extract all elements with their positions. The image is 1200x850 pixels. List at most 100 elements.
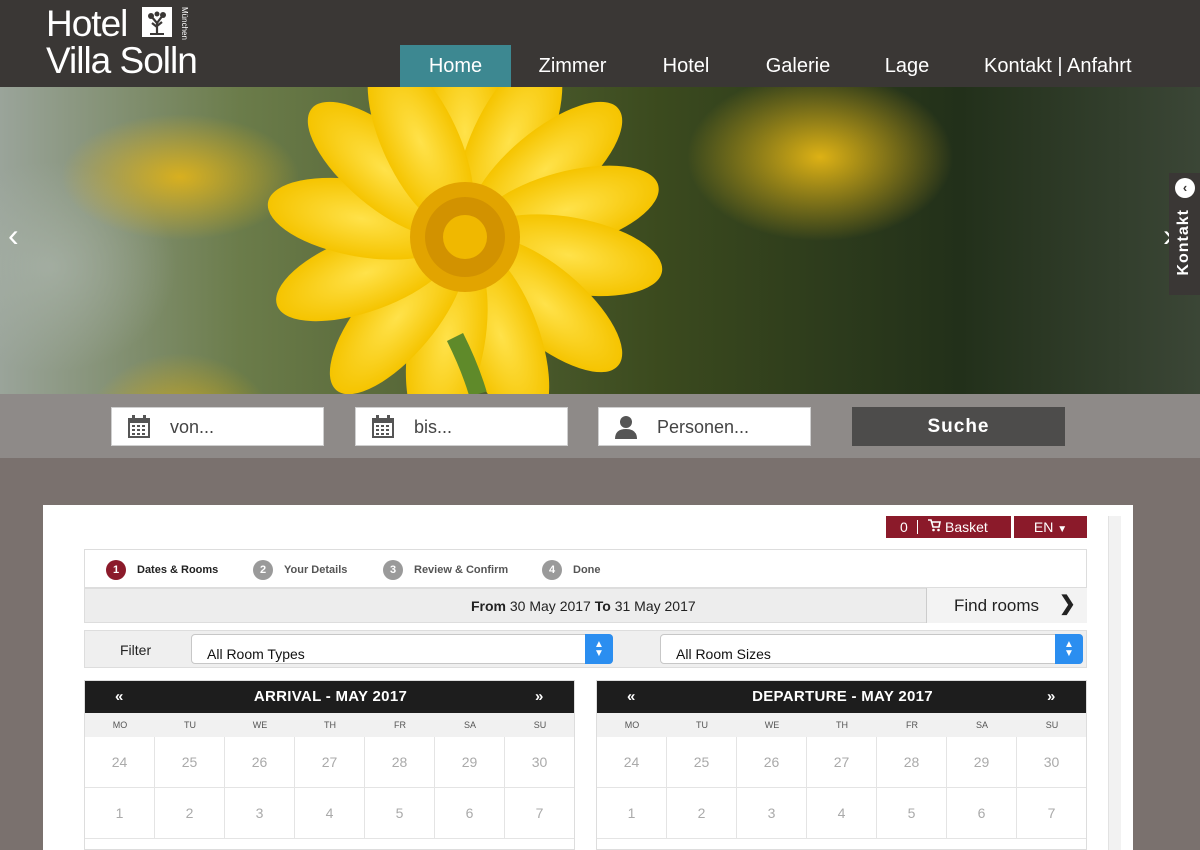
basket-divider xyxy=(917,520,918,534)
calendar-day[interactable]: 5 xyxy=(877,788,947,839)
weekday-label: FR xyxy=(394,720,406,730)
weekday-label: SA xyxy=(975,720,988,730)
calendar-day[interactable]: 4 xyxy=(807,788,877,839)
calendar-icon xyxy=(372,415,394,438)
calendar-day[interactable]: 1 xyxy=(597,788,667,839)
find-rooms-button[interactable]: Find rooms ❯ xyxy=(926,588,1087,623)
calendar-header: ARRIVAL - MAY 2017 « » xyxy=(85,681,574,713)
departure-date-field[interactable]: bis... xyxy=(355,407,568,446)
hero-slider: ‹ › xyxy=(0,87,1200,394)
departure-calendar: DEPARTURE - MAY 2017 « » MO TU WE TH FR … xyxy=(596,680,1087,850)
logo-line-1: Hotel xyxy=(46,3,128,44)
nav-zimmer[interactable]: Zimmer xyxy=(525,45,620,87)
nav-hotel[interactable]: Hotel xyxy=(648,45,724,87)
basket-button[interactable]: 0 Basket xyxy=(886,516,1011,538)
next-month-button[interactable]: » xyxy=(1047,681,1055,713)
basket-label: Basket xyxy=(945,519,988,535)
room-type-select[interactable]: All Room Types ▲ ▼ xyxy=(191,634,613,664)
nav-lage[interactable]: Lage xyxy=(874,45,940,87)
calendar-day[interactable]: 27 xyxy=(807,737,877,788)
weekday-label: SA xyxy=(463,720,476,730)
calendar-day[interactable]: 28 xyxy=(365,737,435,788)
calendar-day[interactable]: 6 xyxy=(435,788,505,839)
step-label: Done xyxy=(573,564,601,576)
calendar-day[interactable]: 2 xyxy=(667,788,737,839)
calendar-day[interactable]: 26 xyxy=(737,737,807,788)
prev-month-button[interactable]: « xyxy=(627,681,635,713)
step-number: 2 xyxy=(253,560,273,580)
booking-steps: 1 Dates & Rooms 2 Your Details 3 Review … xyxy=(84,549,1087,588)
nav-galerie[interactable]: Galerie xyxy=(755,45,841,87)
arrival-date-field[interactable]: von... xyxy=(111,407,324,446)
calendar-day[interactable]: 6 xyxy=(947,788,1017,839)
find-rooms-label: Find rooms xyxy=(954,596,1040,615)
calendar-day[interactable]: 4 xyxy=(295,788,365,839)
calendar-day[interactable]: 25 xyxy=(667,737,737,788)
calendar-day[interactable]: 29 xyxy=(947,737,1017,788)
chevron-down-icon: ▼ xyxy=(1057,524,1068,535)
weekday-label: WE xyxy=(764,720,780,730)
tree-logo-icon xyxy=(142,7,172,37)
select-arrows-icon: ▲ ▼ xyxy=(585,634,613,664)
calendar-day[interactable]: 30 xyxy=(1017,737,1086,788)
arrival-calendar: ARRIVAL - MAY 2017 « » MO TU WE TH FR SA… xyxy=(84,680,575,850)
calendar-title: DEPARTURE - MAY 2017 xyxy=(752,688,933,705)
weekday-label: SU xyxy=(533,720,547,730)
logo-line-2: Villa Solln xyxy=(46,40,198,81)
persons-field[interactable]: Personen... xyxy=(598,407,811,446)
weekday-row: MO TU WE TH FR SA SU xyxy=(85,713,574,737)
weekday-label: TH xyxy=(836,720,848,730)
calendar-day[interactable]: 30 xyxy=(505,737,574,788)
calendar-day[interactable]: 7 xyxy=(1017,788,1086,839)
persons-placeholder: Personen... xyxy=(657,417,750,437)
calendar-day[interactable]: 28 xyxy=(877,737,947,788)
to-label: To xyxy=(594,598,611,614)
calendar-day[interactable]: 7 xyxy=(505,788,574,839)
weekday-label: TH xyxy=(324,720,336,730)
slider-prev-arrow[interactable]: ‹ xyxy=(8,217,19,254)
calendar-day[interactable]: 1 xyxy=(85,788,155,839)
search-bar: von... bis... Personen... Suche xyxy=(0,394,1200,458)
step-label: Review & Confirm xyxy=(414,564,509,576)
chevron-right-icon: ❯ xyxy=(1059,593,1076,615)
to-date: 31 May 2017 xyxy=(614,598,696,614)
calendar-day[interactable]: 24 xyxy=(85,737,155,788)
calendar-day[interactable]: 25 xyxy=(155,737,225,788)
room-size-value: All Room Sizes xyxy=(676,646,771,662)
step-label: Dates & Rooms xyxy=(137,564,219,576)
person-icon xyxy=(615,416,637,439)
calendar-day[interactable]: 24 xyxy=(597,737,667,788)
search-button[interactable]: Suche xyxy=(852,407,1065,446)
side-tab-label: Kontakt xyxy=(1175,209,1192,276)
step-number: 1 xyxy=(106,560,126,580)
next-month-button[interactable]: » xyxy=(535,681,543,713)
language-value: EN xyxy=(1033,519,1054,535)
weekday-label: SU xyxy=(1045,720,1059,730)
weekday-label: MO xyxy=(112,720,128,730)
panel-scrollbar[interactable] xyxy=(1108,516,1121,850)
room-size-select[interactable]: All Room Sizes ▲ ▼ xyxy=(660,634,1083,664)
weekday-label: FR xyxy=(906,720,918,730)
calendar-day[interactable]: 27 xyxy=(295,737,365,788)
prev-month-button[interactable]: « xyxy=(115,681,123,713)
step-label: Your Details xyxy=(284,564,348,576)
room-type-value: All Room Types xyxy=(207,646,305,662)
calendar-day[interactable]: 26 xyxy=(225,737,295,788)
calendar-day[interactable]: 3 xyxy=(737,788,807,839)
calendar-day[interactable]: 5 xyxy=(365,788,435,839)
date-range-text: From 30 May 2017 To 31 May 2017 xyxy=(471,589,696,624)
cart-icon xyxy=(928,518,941,535)
language-selector[interactable]: EN ▼ xyxy=(1014,516,1087,538)
logo-city: München xyxy=(180,7,189,40)
step-number: 4 xyxy=(542,560,562,580)
kontakt-side-tab[interactable]: ‹ Kontakt xyxy=(1169,173,1200,295)
weekday-label: WE xyxy=(252,720,268,730)
from-date: 30 May 2017 xyxy=(509,598,591,614)
nav-home[interactable]: Home xyxy=(400,45,511,87)
from-label: From xyxy=(471,598,506,614)
flower-image xyxy=(267,87,663,394)
nav-kontakt-anfahrt[interactable]: Kontakt | Anfahrt xyxy=(984,45,1132,87)
calendar-day[interactable]: 3 xyxy=(225,788,295,839)
calendar-day[interactable]: 29 xyxy=(435,737,505,788)
calendar-day[interactable]: 2 xyxy=(155,788,225,839)
